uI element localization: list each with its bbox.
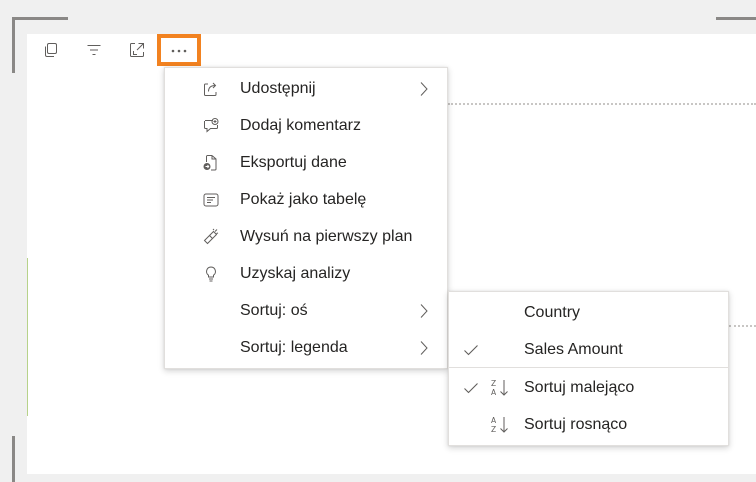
gridline-dotted (448, 103, 756, 105)
submenu-item-sales-amount[interactable]: Sales Amount (449, 331, 728, 368)
filter-icon[interactable] (83, 39, 105, 61)
export-icon (201, 153, 221, 173)
corner-bracket-top-left-v (12, 17, 15, 73)
more-options-button[interactable] (157, 34, 201, 66)
checkmark-icon (461, 378, 481, 398)
comment-icon (201, 116, 221, 136)
svg-text:A: A (491, 388, 497, 397)
corner-bracket-top-left-h (12, 17, 68, 20)
sort-ascending-icon: AZ (489, 414, 511, 436)
menu-item-export-data[interactable]: Eksportuj dane (165, 144, 447, 181)
menu-item-label: Udostępnij (240, 79, 316, 97)
menu-item-share[interactable]: Udostępnij (165, 70, 447, 107)
table-icon (201, 190, 221, 210)
chevron-right-icon (417, 80, 431, 98)
sort-axis-submenu: Country Sales Amount ZA Sortuj malejąco … (448, 291, 729, 446)
menu-item-sort-axis[interactable]: Sortuj: oś (165, 292, 447, 329)
visual-edge-line (27, 258, 28, 416)
menu-item-label: Eksportuj dane (240, 153, 347, 171)
submenu-item-sort-ascending[interactable]: AZ Sortuj rosnąco (449, 406, 728, 443)
menu-item-label: Sortuj: legenda (240, 338, 348, 356)
submenu-item-label: Sortuj malejąco (524, 378, 635, 396)
share-icon (201, 79, 221, 99)
menu-item-label: Dodaj komentarz (240, 116, 361, 134)
menu-item-get-insights[interactable]: Uzyskaj analizy (165, 255, 447, 292)
focus-mode-icon[interactable] (126, 39, 148, 61)
svg-text:Z: Z (491, 379, 496, 388)
chevron-right-icon (417, 339, 431, 357)
menu-item-add-comment[interactable]: Dodaj komentarz (165, 107, 447, 144)
submenu-item-label: Country (524, 303, 581, 321)
menu-item-label: Sortuj: oś (240, 301, 308, 319)
submenu-item-sort-descending[interactable]: ZA Sortuj malejąco (449, 369, 728, 406)
menu-item-label: Wysuń na pierwszy plan (240, 227, 413, 245)
more-options-icon (169, 41, 189, 59)
menu-item-sort-legend[interactable]: Sortuj: legenda (165, 329, 447, 366)
lightbulb-icon (201, 264, 221, 284)
submenu-item-label: Sales Amount (524, 340, 623, 358)
submenu-item-country[interactable]: Country (449, 294, 728, 331)
spotlight-icon (201, 227, 221, 247)
gridline-dotted (729, 325, 756, 327)
menu-item-label: Uzyskaj analizy (240, 264, 351, 282)
submenu-item-label: Sortuj rosnąco (524, 415, 628, 433)
menu-item-show-as-table[interactable]: Pokaż jako tabelę (165, 181, 447, 218)
svg-text:A: A (491, 416, 497, 425)
menu-item-label: Pokaż jako tabelę (240, 190, 367, 208)
svg-text:Z: Z (491, 425, 496, 434)
menu-item-spotlight[interactable]: Wysuń na pierwszy plan (165, 218, 447, 255)
more-options-menu: Udostępnij Dodaj komentarz Eksportuj dan… (164, 67, 448, 369)
menu-separator (449, 367, 728, 368)
sort-descending-icon: ZA (489, 377, 511, 399)
chevron-right-icon (417, 302, 431, 320)
corner-bracket-top-right-h (716, 17, 756, 20)
checkmark-icon (461, 340, 481, 360)
corner-bracket-bottom-left-v (12, 436, 15, 482)
copy-icon[interactable] (40, 39, 62, 61)
